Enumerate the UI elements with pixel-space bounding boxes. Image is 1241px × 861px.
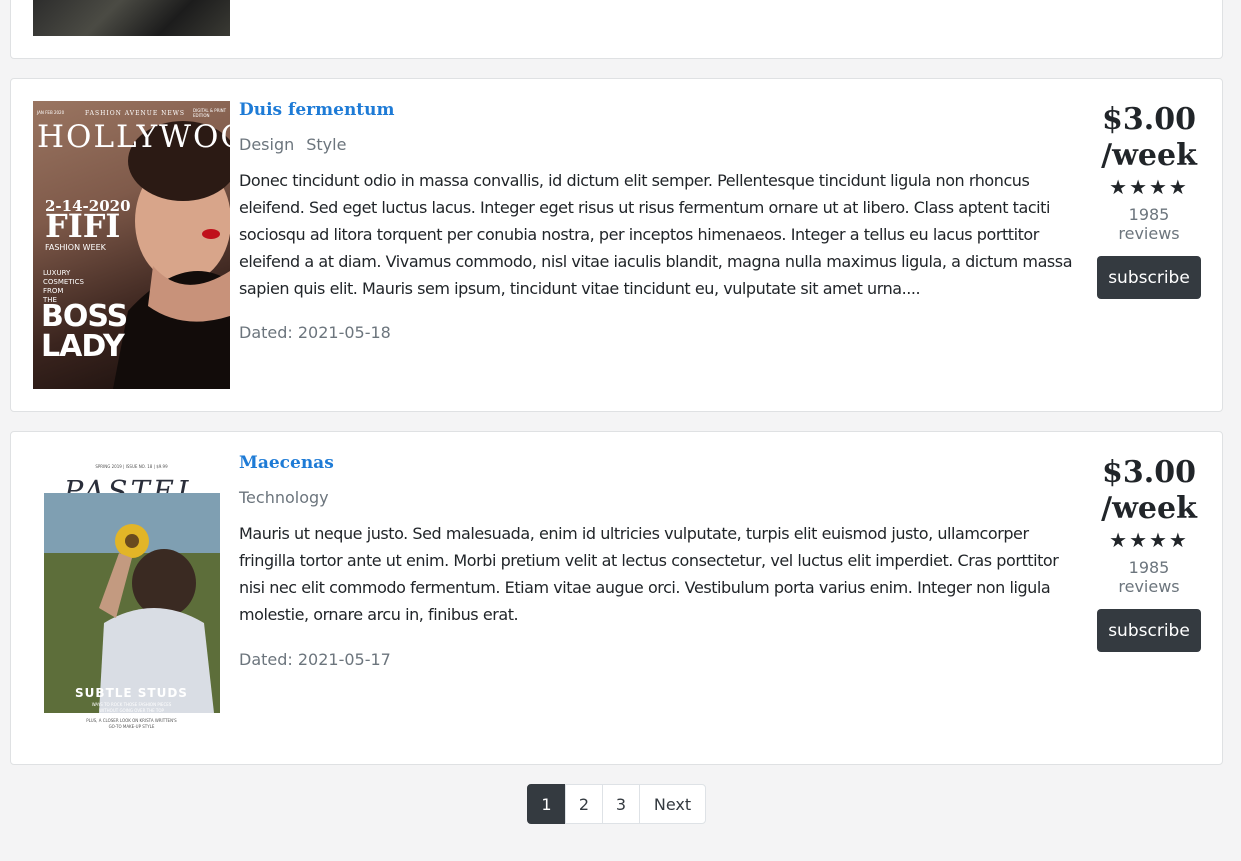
listing-card: SPRING 2019 | ISSUE NO. 18 | $9.99 PASTE… [10,431,1223,765]
cover-image-previous [33,0,230,36]
pagination: 1 2 3 Next [527,784,706,824]
price-amount: $3.00 [1102,455,1196,490]
price-period: /week [1101,138,1197,173]
tag[interactable]: Style [306,135,346,154]
page-1-button[interactable]: 1 [527,784,566,824]
listing-tags: Design Style [239,135,358,154]
magazine-cover-image[interactable]: JAN FEB 2020 FASHION AVENUE NEWS DIGITAL… [33,101,230,389]
star-rating-icon: ★★★★ [1109,175,1189,199]
review-count: 1985 reviews [1118,205,1180,243]
price: $3.00 /week [1097,455,1201,527]
review-count: 1985 reviews [1118,558,1180,596]
star-rating-icon: ★★★★ [1109,528,1189,552]
subscribe-button[interactable]: subscribe [1097,256,1201,299]
cover-photo [44,493,220,713]
cover-headline: SUBTLE STUDS [75,686,188,700]
cover-small-1: LUXURY [43,269,71,277]
price: $3.00 /week [1097,102,1201,174]
page-2-button[interactable]: 2 [565,784,603,824]
cover-top-center: FASHION AVENUE NEWS [85,110,186,117]
page-3-button[interactable]: 3 [602,784,640,824]
tag[interactable]: Design [239,135,294,154]
price-amount: $3.00 [1102,102,1196,137]
cover-sub-2: WITHOUT GOING OVER THE TOP [99,708,164,713]
next-page-button[interactable]: Next [639,784,706,824]
listing-description: Mauris ut neque justo. Sed malesuada, en… [239,524,1059,624]
cover-sub-1: WAYS TO ROCK THOSE FASHION PIECES [91,702,172,707]
tag[interactable]: Technology [239,488,329,507]
magazine-cover-image[interactable]: SPRING 2019 | ISSUE NO. 18 | $9.99 PASTE… [33,454,230,742]
subscribe-button[interactable]: subscribe [1097,609,1201,652]
cover-masthead: HOLLYWOOD [37,119,230,155]
listing-card-previous [10,0,1223,59]
cover-headline: FIFI [45,207,121,245]
cover-bottom-2: GO-TO MAKE-UP STYLE [108,724,155,729]
listing-tags: Technology [239,488,341,507]
cover-topline: SPRING 2019 | ISSUE NO. 18 | $9.99 [95,464,168,469]
listing-title[interactable]: Maecenas [239,453,334,473]
listing-date: Dated: 2021-05-17 [239,650,391,669]
cover-small-3: FROM [43,287,64,295]
cover-bottom-1: PLUS, A CLOSER LOOK ON KRISTA WRITTEN'S [86,718,177,723]
cover-top-left: JAN FEB 2020 [37,110,65,115]
cover-top-right: DIGITAL & PRINT EDITION [193,108,227,118]
listing-date: Dated: 2021-05-18 [239,323,391,342]
cover-subline: FASHION WEEK [45,243,106,252]
listing-card: JAN FEB 2020 FASHION AVENUE NEWS DIGITAL… [10,78,1223,412]
price-period: /week [1101,491,1197,526]
listing-title[interactable]: Duis fermentum [239,100,395,120]
listing-description: Donec tincidunt odio in massa convallis,… [239,171,1073,298]
cover-small-2: COSMETICS [43,278,84,286]
cover-lady: LADY [41,329,125,364]
